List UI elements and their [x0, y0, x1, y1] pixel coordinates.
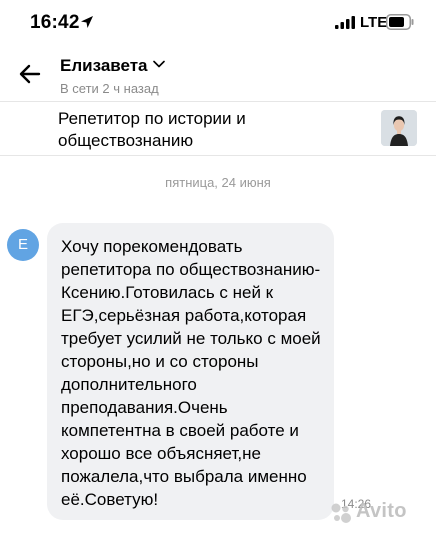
contact-block[interactable]: Елизавета В сети 2 ч назад — [60, 56, 165, 96]
ad-photo — [381, 110, 417, 146]
avito-logo-icon — [331, 503, 351, 523]
arrow-left-icon — [19, 64, 41, 84]
battery-icon — [386, 14, 414, 30]
location-arrow-icon — [81, 16, 93, 28]
signal-icon — [335, 16, 355, 29]
divider — [0, 155, 436, 156]
chat-header: Елизавета В сети 2 ч назад — [0, 46, 436, 102]
chevron-down-icon[interactable] — [152, 60, 165, 68]
ad-thumbnail[interactable] — [381, 110, 417, 146]
contact-status: В сети 2 ч назад — [60, 81, 159, 96]
status-bar: 16:42 LTE — [0, 0, 436, 46]
avatar[interactable]: Е — [7, 229, 39, 261]
divider — [0, 101, 436, 102]
contact-name[interactable]: Елизавета — [60, 56, 148, 76]
network-label: LTE — [360, 14, 388, 31]
back-button[interactable] — [14, 58, 46, 90]
ad-title[interactable]: Репетитор по истории и обществознанию — [58, 108, 358, 152]
date-separator: пятница, 24 июня — [165, 175, 271, 190]
status-time: 16:42 — [30, 12, 80, 33]
message-text: Хочу порекомендовать репетитора по общес… — [61, 237, 321, 509]
watermark-text: Avito — [356, 500, 407, 522]
avito-watermark: Avito — [330, 500, 425, 528]
message-bubble[interactable]: Хочу порекомендовать репетитора по общес… — [47, 223, 334, 520]
